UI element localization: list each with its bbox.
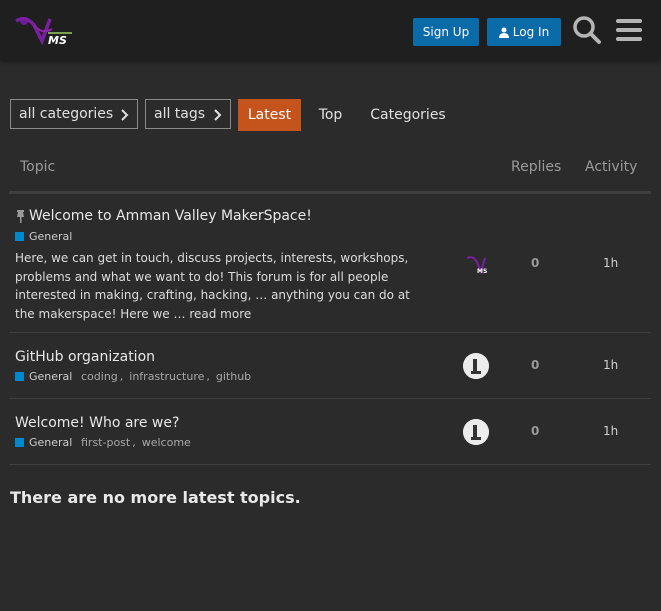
sign-up-button[interactable]: Sign Up: [413, 18, 479, 46]
category-color-swatch: [15, 232, 24, 241]
poster-avatar[interactable]: MS: [464, 252, 490, 278]
user-icon: [498, 27, 509, 38]
category-dropdown-label: all categories: [19, 106, 114, 122]
pin-icon: [17, 210, 24, 223]
topic-excerpt: Here, we can get in touch, discuss proje…: [15, 249, 433, 323]
tag-link[interactable]: welcome: [142, 436, 191, 449]
category-badge[interactable]: General: [15, 436, 72, 449]
poster-avatar[interactable]: [463, 353, 489, 379]
site-header: MS Sign Up Log In: [0, 0, 661, 60]
topic-row: Welcome! Who are we? General first-post,…: [9, 399, 651, 465]
caret-right-icon: [121, 109, 129, 121]
topic-title-link[interactable]: Welcome! Who are we?: [15, 415, 179, 431]
tag-list: first-post, welcome: [81, 436, 191, 449]
reply-count: 0: [531, 358, 540, 372]
logo-text: MS: [48, 34, 67, 47]
category-color-swatch: [15, 372, 24, 381]
topic-row: Welcome to Amman Valley MakerSpace! Gene…: [9, 194, 651, 333]
category-label: General: [29, 370, 73, 383]
log-in-button[interactable]: Log In: [487, 18, 561, 46]
category-badge[interactable]: General: [15, 230, 72, 243]
reply-count: 0: [531, 256, 540, 270]
caret-right-icon: [214, 109, 222, 121]
no-more-topics-message: There are no more latest topics.: [10, 488, 301, 507]
tag-list: coding, infrastructure, github: [81, 370, 252, 383]
category-label: General: [29, 436, 73, 449]
column-header-replies[interactable]: Replies: [511, 159, 561, 175]
tab-latest[interactable]: Latest: [238, 99, 301, 131]
reply-count: 0: [531, 424, 540, 438]
category-label: General: [29, 230, 73, 243]
category-badge[interactable]: General: [15, 370, 72, 383]
tag-link[interactable]: coding: [81, 370, 118, 383]
read-more-link[interactable]: read more: [189, 307, 251, 321]
tab-top[interactable]: Top: [310, 99, 351, 131]
topic-title-link[interactable]: Welcome to Amman Valley MakerSpace!: [29, 208, 312, 224]
tag-link[interactable]: first-post: [81, 436, 130, 449]
tag-dropdown[interactable]: all tags: [145, 99, 231, 129]
search-icon[interactable]: [571, 14, 603, 46]
activity-time[interactable]: 1h: [603, 256, 618, 270]
topic-title-link[interactable]: GitHub organization: [15, 349, 155, 365]
log-in-label: Log In: [512, 25, 550, 39]
tag-link[interactable]: github: [216, 370, 251, 383]
category-color-swatch: [15, 438, 24, 447]
topic-row: GitHub organization General coding, infra…: [9, 333, 651, 399]
poster-avatar[interactable]: [463, 419, 489, 445]
tag-dropdown-label: all tags: [154, 106, 206, 122]
activity-time[interactable]: 1h: [603, 358, 618, 372]
tag-link[interactable]: infrastructure: [129, 370, 204, 383]
column-header-activity[interactable]: Activity: [585, 159, 637, 175]
makerspace-logo[interactable]: MS: [12, 11, 76, 51]
hamburger-menu-icon[interactable]: [613, 14, 645, 46]
category-dropdown[interactable]: all categories: [10, 99, 138, 129]
activity-time[interactable]: 1h: [603, 424, 618, 438]
column-header-topic: Topic: [20, 159, 56, 175]
svg-text:MS: MS: [477, 268, 487, 275]
tab-categories[interactable]: Categories: [365, 99, 451, 131]
